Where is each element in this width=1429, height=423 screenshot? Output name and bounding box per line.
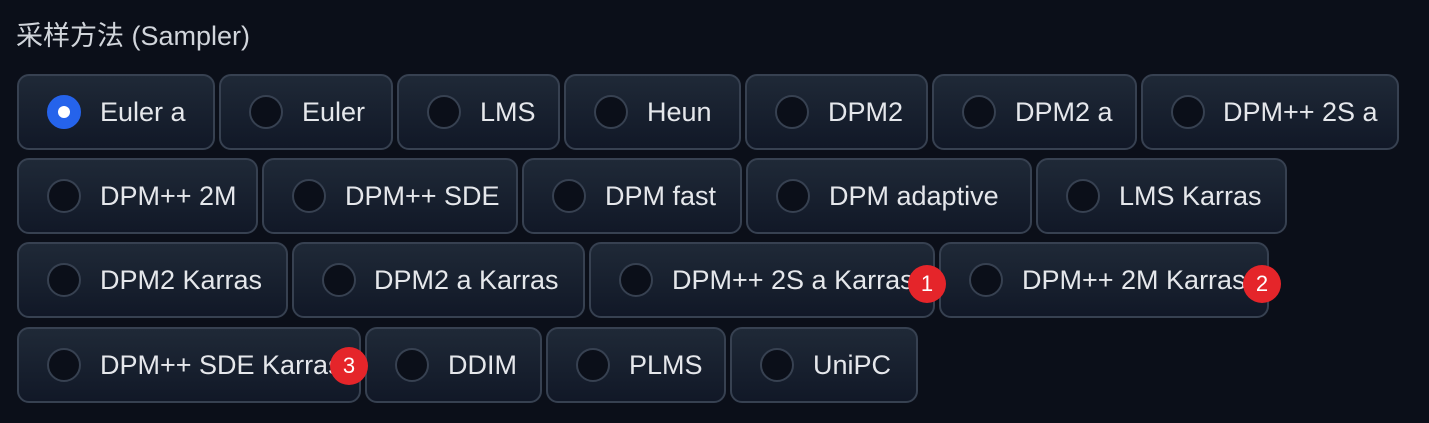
sampler-option-dpm-adaptive[interactable]: DPM adaptive	[746, 158, 1032, 234]
radio-icon[interactable]	[249, 95, 283, 129]
sampler-option-label: DPM++ 2M Karras	[1022, 265, 1246, 295]
radio-icon[interactable]	[776, 179, 810, 213]
sampler-option-dpmpp-2s-a[interactable]: DPM++ 2S a	[1141, 74, 1399, 150]
sampler-option-label: DPM2 Karras	[100, 265, 263, 295]
sampler-option-heun[interactable]: Heun	[564, 74, 741, 150]
radio-icon[interactable]	[47, 348, 81, 382]
radio-icon[interactable]	[47, 263, 81, 297]
sampler-option-label: DPM++ SDE	[345, 181, 500, 211]
radio-icon[interactable]	[1066, 179, 1100, 213]
sampler-option-dpmpp-sde-karras[interactable]: DPM++ SDE Karras	[17, 327, 361, 403]
sampler-option-dpm2[interactable]: DPM2	[745, 74, 928, 150]
sampler-option-label: Euler	[302, 97, 366, 127]
sampler-option-label: DPM++ 2S a	[1223, 97, 1378, 127]
sampler-option-label: DPM++ 2S a Karras	[672, 265, 914, 295]
sampler-option-dpmpp-2s-a-karras[interactable]: DPM++ 2S a Karras	[589, 242, 935, 318]
sampler-option-label: PLMS	[629, 350, 703, 380]
radio-icon[interactable]	[1171, 95, 1205, 129]
radio-icon[interactable]	[619, 263, 653, 297]
sampler-title: 采样方法 (Sampler)	[16, 21, 251, 51]
sampler-option-label: LMS Karras	[1119, 181, 1262, 211]
badge-2: 2	[1243, 265, 1281, 303]
badge-1: 1	[908, 265, 946, 303]
sampler-option-dpm2-a[interactable]: DPM2 a	[932, 74, 1137, 150]
sampler-option-ddim[interactable]: DDIM	[365, 327, 542, 403]
sampler-option-label: UniPC	[813, 350, 892, 380]
radio-icon[interactable]	[594, 95, 628, 129]
radio-icon[interactable]	[576, 348, 610, 382]
sampler-option-label: DPM++ SDE Karras	[100, 350, 342, 380]
sampler-panel: 采样方法 (Sampler) Euler a Euler LMS Heun DP…	[0, 0, 1429, 423]
radio-icon[interactable]	[47, 179, 81, 213]
sampler-option-dpmpp-2m[interactable]: DPM++ 2M	[17, 158, 258, 234]
sampler-option-lms-karras[interactable]: LMS Karras	[1036, 158, 1287, 234]
radio-icon[interactable]	[322, 263, 356, 297]
sampler-option-label: LMS	[480, 97, 536, 127]
sampler-option-label: Euler a	[100, 97, 186, 127]
sampler-option-label: DPM adaptive	[829, 181, 999, 211]
sampler-option-euler-a[interactable]: Euler a	[17, 74, 215, 150]
sampler-option-label: DPM2 a	[1015, 97, 1113, 127]
sampler-option-dpm2-karras[interactable]: DPM2 Karras	[17, 242, 288, 318]
sampler-option-label: DPM2 a Karras	[374, 265, 559, 295]
sampler-option-dpm2-a-karras[interactable]: DPM2 a Karras	[292, 242, 585, 318]
sampler-option-unipc[interactable]: UniPC	[730, 327, 918, 403]
radio-icon[interactable]	[775, 95, 809, 129]
sampler-option-label: DPM fast	[605, 181, 717, 211]
sampler-option-dpmpp-2m-karras[interactable]: DPM++ 2M Karras	[939, 242, 1269, 318]
sampler-option-dpmpp-sde[interactable]: DPM++ SDE	[262, 158, 518, 234]
radio-icon[interactable]	[395, 348, 429, 382]
sampler-option-dpm-fast[interactable]: DPM fast	[522, 158, 742, 234]
radio-icon[interactable]	[969, 263, 1003, 297]
sampler-option-label: Heun	[647, 97, 712, 127]
sampler-option-label: DPM++ 2M	[100, 181, 237, 211]
radio-icon[interactable]	[760, 348, 794, 382]
sampler-option-label: DDIM	[448, 350, 517, 380]
radio-icon[interactable]	[962, 95, 996, 129]
radio-icon[interactable]	[427, 95, 461, 129]
sampler-option-label: DPM2	[828, 97, 904, 127]
radio-icon[interactable]	[292, 179, 326, 213]
radio-checked-icon[interactable]	[47, 95, 81, 129]
badge-3: 3	[330, 347, 368, 385]
sampler-option-lms[interactable]: LMS	[397, 74, 560, 150]
sampler-option-euler[interactable]: Euler	[219, 74, 393, 150]
radio-icon[interactable]	[552, 179, 586, 213]
sampler-option-plms[interactable]: PLMS	[546, 327, 726, 403]
